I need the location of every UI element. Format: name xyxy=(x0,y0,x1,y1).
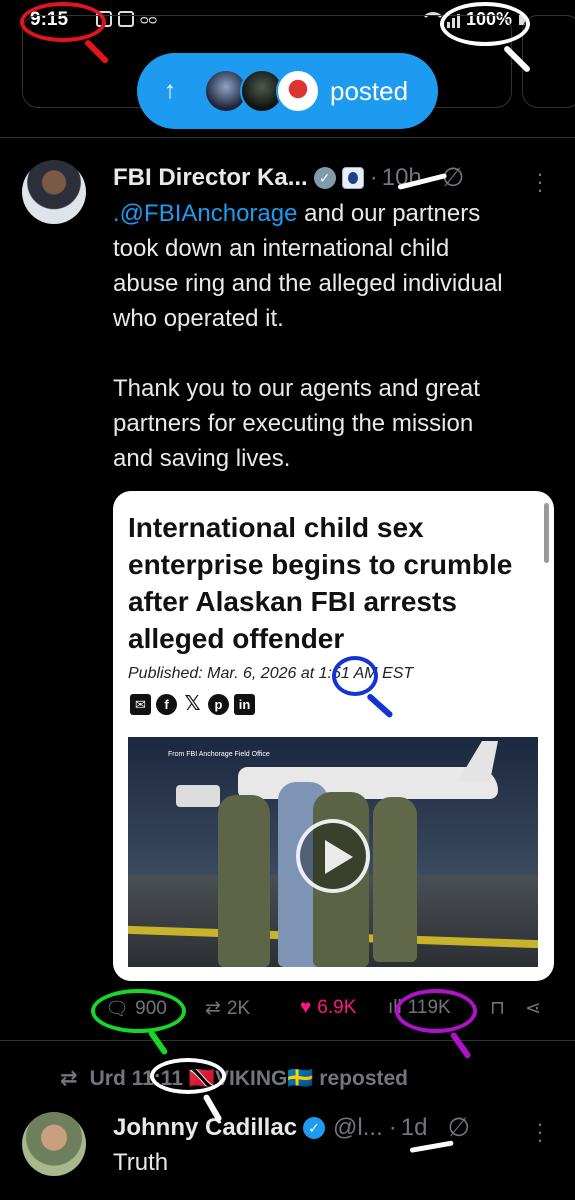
tweet-actions: 🗨 900 ⇄ 2K ♥ 6.9K ıll 119K ⊓ ⋖ xyxy=(105,997,555,1027)
play-icon[interactable] xyxy=(296,819,370,893)
pill-avatars xyxy=(204,69,320,113)
author-avatar[interactable] xyxy=(22,160,86,224)
tweet-header: FBI Director Ka... ✓ · 10h ∅ xyxy=(113,162,464,193)
views-icon: ıll xyxy=(388,997,402,1018)
feed-card-ghost-right xyxy=(522,15,575,108)
tweet-header: Johnny Cadillac ✓ @l... · 1d ∅ xyxy=(113,1112,470,1143)
share-icons: ✉ f 𝕏 p in xyxy=(130,694,255,715)
separator-dot: · xyxy=(388,1113,397,1141)
author-name[interactable]: FBI Director Ka... xyxy=(113,164,308,192)
grok-icon[interactable]: ∅ xyxy=(447,1112,470,1143)
author-avatar[interactable] xyxy=(22,1112,86,1176)
more-options-icon[interactable]: · · · xyxy=(535,1113,545,1151)
annotation-stroke xyxy=(449,1031,472,1060)
van-shape xyxy=(176,785,220,807)
tweet-text: .@FBIAnchorage and our partners took dow… xyxy=(113,196,558,476)
more-options-icon[interactable]: · · · xyxy=(535,163,545,201)
views-button[interactable]: ıll 119K xyxy=(388,997,451,1019)
card-published: Published: Mar. 6, 2026 at 1:51 AM EST xyxy=(128,665,414,682)
tweet-line: who operated it. xyxy=(113,305,284,332)
repost-button[interactable]: ⇄ 2K xyxy=(205,997,250,1020)
view-count: 119K xyxy=(407,997,451,1018)
tweet-time[interactable]: 10h xyxy=(382,164,422,192)
person-shape xyxy=(218,795,270,967)
new-posts-pill[interactable]: ↑ posted xyxy=(137,53,438,129)
verified-badge-icon: ✓ xyxy=(313,166,336,189)
tweet-line: and saving lives. xyxy=(113,445,291,472)
mention-link[interactable]: .@FBIAnchorage xyxy=(113,200,297,227)
fbi-affiliation-icon xyxy=(341,166,364,189)
separator-dot: · xyxy=(369,163,378,191)
repost-count: 2K xyxy=(226,997,251,1019)
divider xyxy=(0,1040,575,1041)
annotation-stroke xyxy=(147,1029,169,1056)
tweet-line: .@FBIAnchorage and our partners xyxy=(113,200,481,227)
like-button[interactable]: ♥ 6.9K xyxy=(300,997,356,1019)
person-shape xyxy=(373,797,417,962)
pinterest-icon: p xyxy=(208,694,229,715)
bookmark-button[interactable]: ⊓ xyxy=(490,997,505,1020)
linkedin-icon: in xyxy=(234,694,255,715)
bookmark-icon: ⊓ xyxy=(490,998,505,1019)
tweet-line: Thank you to our agents and great xyxy=(113,375,480,402)
tweet-text: Truth xyxy=(113,1149,169,1176)
tweet-line: partners for executing the mission xyxy=(113,410,474,437)
like-count: 6.9K xyxy=(317,997,357,1018)
facebook-icon: f xyxy=(156,694,177,715)
media-card[interactable]: International child sex enterprise begin… xyxy=(113,491,554,981)
x-icon: 𝕏 xyxy=(184,693,201,715)
arrow-up-icon: ↑ xyxy=(164,77,176,104)
share-icon: ⋖ xyxy=(525,998,541,1019)
plane-shape xyxy=(238,767,498,799)
tweet-line: abuse ring and the alleged individual xyxy=(113,270,503,297)
tweet-line: took down an international child xyxy=(113,235,450,262)
pill-label: posted xyxy=(330,75,409,106)
card-headline: International child sex enterprise begin… xyxy=(128,512,513,654)
email-icon: ✉ xyxy=(130,694,151,715)
card-scrollbar xyxy=(544,503,549,563)
avatar xyxy=(276,69,320,113)
repost-icon: ⇄ xyxy=(205,998,221,1019)
author-handle[interactable]: @l... xyxy=(333,1114,383,1142)
author-name[interactable]: Johnny Cadillac xyxy=(113,1114,297,1142)
photo-caption: From FBI Anchorage Field Office xyxy=(168,751,270,758)
tweet-time[interactable]: 1d xyxy=(401,1114,428,1142)
repost-context[interactable]: ⇄ Urd 11:11 🇹🇹VIKING🇸🇪 reposted xyxy=(60,1066,408,1091)
reply-icon: 🗨 xyxy=(105,999,130,1020)
reply-button[interactable]: 🗨 900 xyxy=(105,997,167,1021)
reply-count: 900 xyxy=(135,998,167,1019)
repost-icon: ⇄ xyxy=(60,1067,78,1090)
heart-icon: ♥ xyxy=(300,997,312,1018)
share-button[interactable]: ⋖ xyxy=(525,997,541,1020)
repost-text: Urd 11:11 🇹🇹VIKING🇸🇪 reposted xyxy=(89,1066,408,1090)
video-thumbnail[interactable]: From FBI Anchorage Field Office xyxy=(128,737,538,967)
grok-icon[interactable]: ∅ xyxy=(442,162,465,193)
divider xyxy=(0,137,575,138)
verified-badge-icon: ✓ xyxy=(303,1116,326,1139)
